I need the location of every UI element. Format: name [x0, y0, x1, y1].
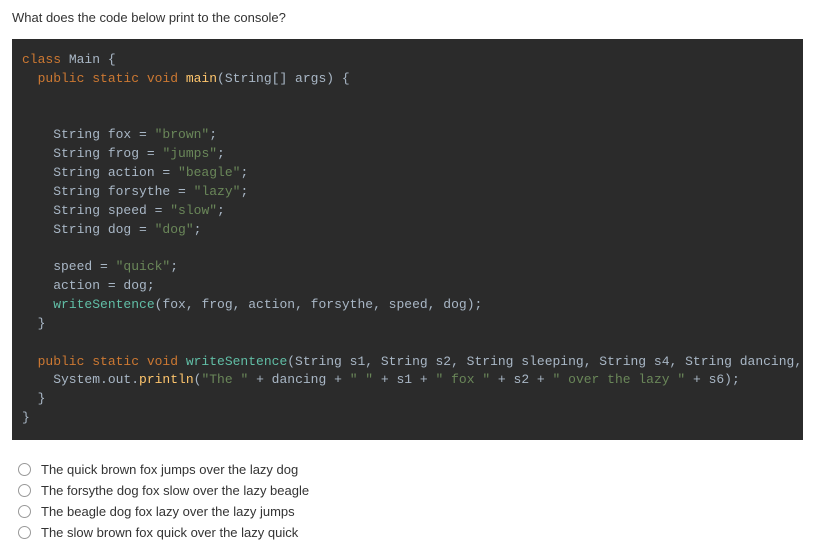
radio-icon	[18, 505, 31, 518]
option-3[interactable]: The beagle dog fox lazy over the lazy ju…	[18, 504, 803, 519]
code-token: }	[22, 410, 30, 425]
code-token: "slow"	[170, 203, 217, 218]
option-label: The beagle dog fox lazy over the lazy ju…	[41, 504, 295, 519]
code-token: + s6);	[685, 372, 740, 387]
code-token: writeSentence	[53, 297, 154, 312]
code-token: String frog =	[22, 146, 162, 161]
code-token: (String[] args) {	[217, 71, 350, 86]
code-token: speed =	[22, 259, 116, 274]
code-token: "jumps"	[162, 146, 217, 161]
code-token	[22, 297, 53, 312]
radio-icon	[18, 463, 31, 476]
code-token: "dog"	[155, 222, 194, 237]
code-token: class	[22, 52, 61, 67]
code-token: " over the lazy "	[553, 372, 686, 387]
code-token: action = dog;	[22, 278, 155, 293]
code-token: writeSentence	[186, 354, 287, 369]
code-token: main	[186, 71, 217, 86]
code-token: + s2 +	[490, 372, 552, 387]
code-token: " fox "	[436, 372, 491, 387]
radio-icon	[18, 526, 31, 539]
code-token: public static void	[22, 354, 186, 369]
code-token: String dog =	[22, 222, 155, 237]
option-label: The slow brown fox quick over the lazy q…	[41, 525, 298, 540]
option-1[interactable]: The quick brown fox jumps over the lazy …	[18, 462, 803, 477]
option-4[interactable]: The slow brown fox quick over the lazy q…	[18, 525, 803, 540]
code-token: String fox =	[22, 127, 155, 142]
code-token: String action =	[22, 165, 178, 180]
code-token: String forsythe =	[22, 184, 194, 199]
code-token: }	[22, 316, 45, 331]
code-token: ;	[217, 146, 225, 161]
code-token: " "	[350, 372, 373, 387]
code-token: ;	[240, 165, 248, 180]
code-token: "lazy"	[194, 184, 241, 199]
option-label: The forsythe dog fox slow over the lazy …	[41, 483, 309, 498]
code-token: public static void	[22, 71, 186, 86]
code-token: ;	[240, 184, 248, 199]
code-token: "The "	[201, 372, 248, 387]
code-token: (String s1, String s2, String sleeping, …	[287, 354, 803, 369]
code-block: class Main { public static void main(Str…	[12, 39, 803, 440]
code-token: + s1 +	[373, 372, 435, 387]
code-token: "brown"	[155, 127, 210, 142]
code-token: (fox, frog, action, forsythe, speed, dog…	[155, 297, 483, 312]
code-token: println	[139, 372, 194, 387]
code-token: "beagle"	[178, 165, 240, 180]
code-token: System.out.	[22, 372, 139, 387]
radio-icon	[18, 484, 31, 497]
code-token: String speed =	[22, 203, 170, 218]
code-token: ;	[194, 222, 202, 237]
code-token: + dancing +	[248, 372, 349, 387]
code-token: ;	[209, 127, 217, 142]
code-token: }	[22, 391, 45, 406]
question-prompt: What does the code below print to the co…	[12, 10, 803, 25]
code-token: ;	[170, 259, 178, 274]
answer-options: The quick brown fox jumps over the lazy …	[12, 462, 803, 540]
code-token: Main {	[61, 52, 116, 67]
code-token: ;	[217, 203, 225, 218]
option-label: The quick brown fox jumps over the lazy …	[41, 462, 298, 477]
option-2[interactable]: The forsythe dog fox slow over the lazy …	[18, 483, 803, 498]
code-token: "quick"	[116, 259, 171, 274]
